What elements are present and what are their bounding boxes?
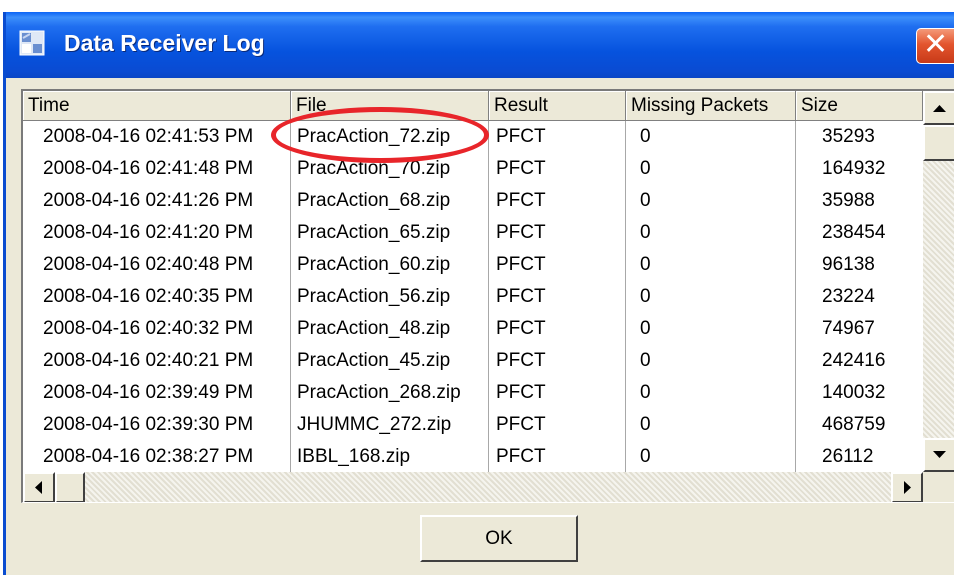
cell-time: 2008-04-16 02:40:32 PM [23,313,291,345]
cell-time: 2008-04-16 02:41:53 PM [23,121,291,153]
cell-missing-packets: 0 [626,441,796,472]
cell-time: 2008-04-16 02:38:27 PM [23,441,291,472]
cell-file: PracAction_268.zip [291,377,489,409]
arrow-down-icon [933,451,946,458]
arrow-up-icon [933,105,946,112]
scroll-up-button[interactable] [923,91,954,125]
cell-file: PracAction_45.zip [291,345,489,377]
cell-time: 2008-04-16 02:41:48 PM [23,153,291,185]
cell-time: 2008-04-16 02:41:20 PM [23,217,291,249]
cell-missing-packets: 0 [626,409,796,441]
cell-size: 164932 [822,158,886,179]
table-row[interactable]: 2008-04-16 02:40:32 PM PracAction_48.zip… [23,313,923,345]
cell-result: PFCT [489,121,626,153]
ok-button[interactable]: OK [420,515,578,562]
cell-file: PracAction_70.zip [291,153,489,185]
list-header: Time File Result Missing Packets Size [23,91,923,121]
cell-result: PFCT [489,313,626,345]
table-row[interactable]: 2008-04-16 02:41:26 PM PracAction_68.zip… [23,185,923,217]
cell-size: 35293 [822,126,875,147]
cell-size: 23224 [822,286,875,307]
cell-time: 2008-04-16 02:40:21 PM [23,345,291,377]
cell-missing-packets: 0 [626,121,796,153]
cell-size: 140032 [822,382,886,403]
arrow-left-icon [35,481,42,494]
title-bar[interactable]: Data Receiver Log ✕ [6,12,954,78]
scroll-down-button[interactable] [923,438,954,472]
cell-result: PFCT [489,441,626,472]
table-row[interactable]: 2008-04-16 02:40:35 PM PracAction_56.zip… [23,281,923,313]
cell-time: 2008-04-16 02:41:26 PM [23,185,291,217]
vertical-scroll-thumb[interactable] [923,125,954,161]
cell-file: PracAction_65.zip [291,217,489,249]
table-row[interactable]: 2008-04-16 02:41:53 PM PracAction_72.zip… [23,121,923,153]
column-header-missing-packets[interactable]: Missing Packets [626,91,796,121]
cell-size: 96138 [822,254,875,275]
cell-missing-packets: 0 [626,313,796,345]
cell-size: 242416 [822,350,886,371]
column-header-size[interactable]: Size [796,91,923,121]
cell-result: PFCT [489,249,626,281]
cell-missing-packets: 0 [626,185,796,217]
scrollbar-corner [923,472,954,502]
horizontal-scroll-thumb[interactable] [55,472,85,502]
column-header-file[interactable]: File [291,91,489,121]
cell-file: PracAction_68.zip [291,185,489,217]
cell-result: PFCT [489,409,626,441]
cell-result: PFCT [489,345,626,377]
vertical-scrollbar[interactable] [923,91,954,472]
cell-missing-packets: 0 [626,217,796,249]
cell-result: PFCT [489,377,626,409]
column-header-time[interactable]: Time [23,91,291,121]
window-title: Data Receiver Log [64,30,265,56]
cell-size: 468759 [822,414,886,435]
table-row[interactable]: 2008-04-16 02:38:27 PM IBBL_168.zip PFCT… [23,441,923,472]
close-icon: ✕ [923,27,949,62]
log-list-view[interactable]: Time File Result Missing Packets Size 20… [21,89,954,503]
scroll-left-button[interactable] [23,472,55,502]
cell-size: 238454 [822,222,886,243]
data-receiver-log-window: Data Receiver Log ✕ Time File Result Mis… [3,12,954,575]
table-row[interactable]: 2008-04-16 02:41:20 PM PracAction_65.zip… [23,217,923,249]
cell-time: 2008-04-16 02:39:49 PM [23,377,291,409]
cell-time: 2008-04-16 02:40:48 PM [23,249,291,281]
table-row[interactable]: 2008-04-16 02:40:48 PM PracAction_60.zip… [23,249,923,281]
column-header-result[interactable]: Result [489,91,626,121]
table-row[interactable]: 2008-04-16 02:39:49 PM PracAction_268.zi… [23,377,923,409]
table-row[interactable]: 2008-04-16 02:41:48 PM PracAction_70.zip… [23,153,923,185]
table-row[interactable]: 2008-04-16 02:39:30 PM JHUMMC_272.zip PF… [23,409,923,441]
cell-file: IBBL_168.zip [291,441,489,472]
log-window-icon [19,30,45,56]
cell-file: JHUMMC_272.zip [291,409,489,441]
cell-size: 74967 [822,318,875,339]
cell-missing-packets: 0 [626,249,796,281]
cell-result: PFCT [489,217,626,249]
cell-file: PracAction_72.zip [291,121,489,153]
cell-file: PracAction_60.zip [291,249,489,281]
cell-size: 35988 [822,190,875,211]
table-row[interactable]: 2008-04-16 02:40:21 PM PracAction_45.zip… [23,345,923,377]
cell-missing-packets: 0 [626,281,796,313]
cell-size: 26112 [822,446,874,467]
cell-file: PracAction_48.zip [291,313,489,345]
cell-result: PFCT [489,281,626,313]
cell-time: 2008-04-16 02:39:30 PM [23,409,291,441]
cell-missing-packets: 0 [626,153,796,185]
horizontal-scrollbar[interactable] [23,472,923,502]
cell-missing-packets: 0 [626,345,796,377]
cell-result: PFCT [489,185,626,217]
cell-file: PracAction_56.zip [291,281,489,313]
cell-result: PFCT [489,153,626,185]
cell-missing-packets: 0 [626,377,796,409]
scroll-right-button[interactable] [891,472,923,502]
cell-time: 2008-04-16 02:40:35 PM [23,281,291,313]
close-button[interactable]: ✕ [916,27,954,64]
arrow-right-icon [904,481,911,494]
